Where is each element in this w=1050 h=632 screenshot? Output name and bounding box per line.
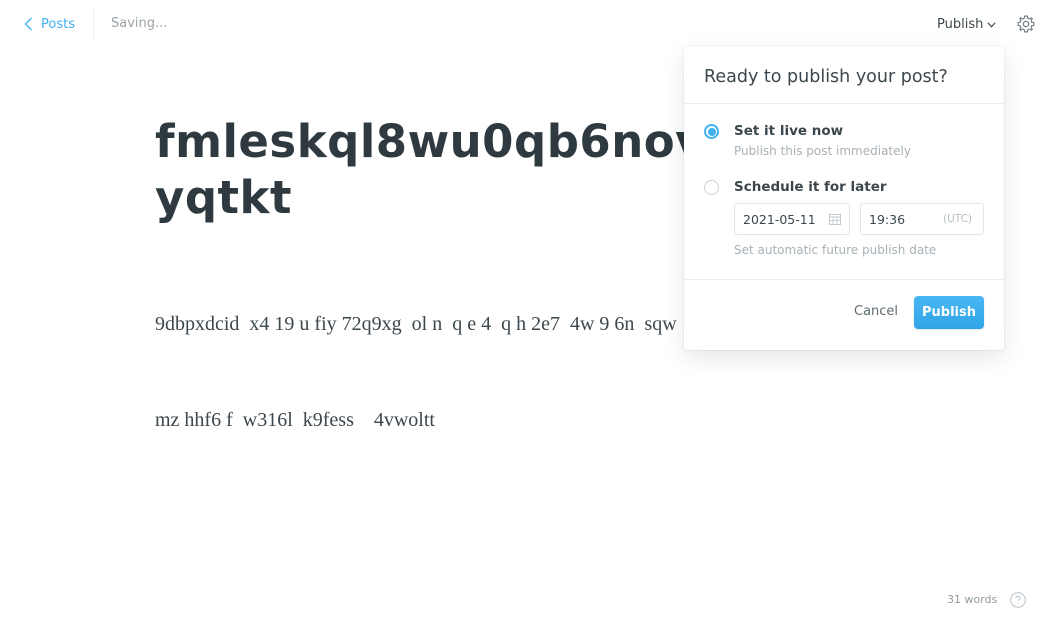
post-body-line: 9dbpxdcid x4 19 u fiy 72q9xg ol n q e 4 … xyxy=(155,313,677,335)
post-body-editor[interactable]: 9dbpxdcid x4 19 u fiy 72q9xg ol n q e 4 … xyxy=(155,244,685,468)
date-value: 2021-05-11 xyxy=(743,211,816,227)
post-title[interactable]: fmleskql8wu0qb6nov7v yqtkt xyxy=(155,114,715,226)
set-live-now-sublabel: Publish this post immediately xyxy=(734,144,911,158)
set-live-now-radio[interactable] xyxy=(704,124,719,139)
question-circle-icon xyxy=(1010,592,1026,608)
post-body-line: mz hhf6 f w316l k9fess 4vwoltt xyxy=(155,409,435,431)
schedule-time-input[interactable]: 19:36 (UTC) xyxy=(860,203,984,235)
back-to-posts-link[interactable]: Posts xyxy=(24,14,75,34)
schedule-later-sublabel: Set automatic future publish date xyxy=(734,243,937,257)
help-button[interactable] xyxy=(1010,592,1026,608)
save-status: Saving... xyxy=(111,16,168,31)
publish-popover: Ready to publish your post? Set it live … xyxy=(684,46,1004,350)
editor-header: Posts Saving... Publish xyxy=(0,0,1050,48)
publish-menu-trigger[interactable]: Publish xyxy=(937,15,996,33)
gear-icon xyxy=(1017,15,1035,33)
post-title-line: yqtkt xyxy=(155,171,292,224)
popover-divider xyxy=(684,279,1004,280)
back-link-label: Posts xyxy=(41,16,75,32)
publish-menu-label: Publish xyxy=(937,16,984,32)
word-count: 31 words xyxy=(947,593,998,606)
time-value: 19:36 xyxy=(869,211,906,227)
header-divider xyxy=(93,6,94,42)
schedule-date-input[interactable]: 2021-05-11 xyxy=(734,203,850,235)
settings-button[interactable] xyxy=(1016,14,1036,34)
chevron-down-icon xyxy=(987,22,996,28)
schedule-later-label[interactable]: Schedule it for later xyxy=(734,179,887,195)
cancel-button[interactable]: Cancel xyxy=(854,304,898,319)
chevron-left-icon xyxy=(24,17,32,31)
set-live-now-label[interactable]: Set it live now xyxy=(734,123,843,139)
calendar-icon xyxy=(829,214,841,225)
publish-button[interactable]: Publish xyxy=(914,296,984,329)
schedule-later-radio[interactable] xyxy=(704,180,719,195)
popover-divider xyxy=(684,103,1004,104)
popover-title: Ready to publish your post? xyxy=(704,67,948,87)
timezone-label: (UTC) xyxy=(942,213,972,225)
post-title-line: fmleskql8wu0qb6nov7v xyxy=(155,115,715,168)
